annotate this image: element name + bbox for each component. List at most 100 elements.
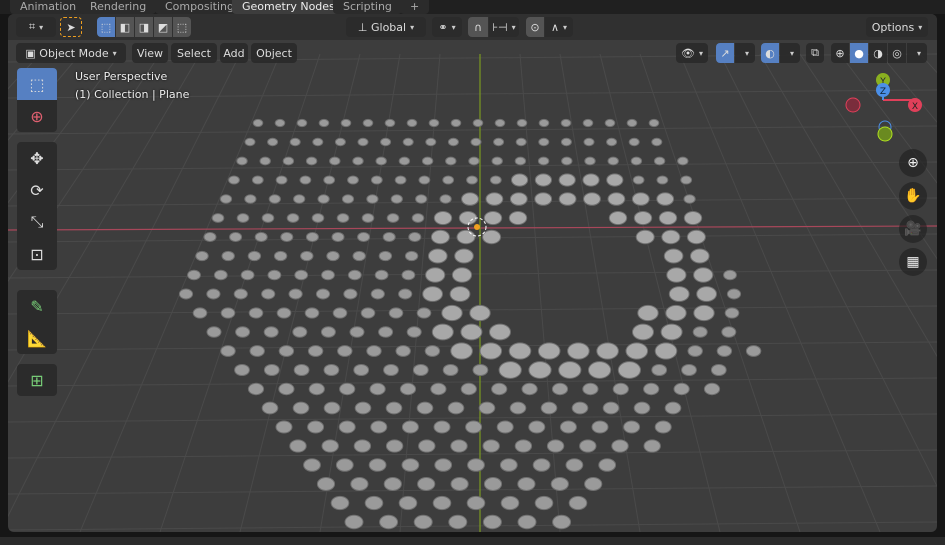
shading-rendered[interactable]: ◎ (888, 43, 906, 63)
instance-mesh (236, 213, 250, 223)
select-mode-invert[interactable]: ◩ (154, 17, 172, 37)
instance-mesh (442, 175, 455, 185)
select-mode-extend[interactable]: ◧ (116, 17, 134, 37)
shading-dropdown[interactable]: ▾ (907, 43, 927, 63)
tool-scale[interactable]: ⤡ (17, 206, 57, 238)
instance-mesh (516, 118, 528, 128)
snap-toggle[interactable]: ∩ (468, 17, 488, 37)
overlays-toggle[interactable]: ◐ (761, 43, 779, 63)
instance-mesh (632, 323, 654, 341)
zoom-icon: ⊕ (907, 155, 919, 171)
menu-select[interactable]: Select (171, 43, 217, 63)
instance-mesh (220, 307, 236, 319)
instance-mesh (692, 326, 708, 338)
gizmo-neg-x (845, 97, 861, 113)
tool-measure[interactable]: 📐 (17, 322, 57, 354)
instance-mesh (683, 210, 703, 226)
select-mode-intersect[interactable]: ⬚ (173, 17, 191, 37)
shading-material[interactable]: ◑ (869, 43, 887, 63)
instance-mesh (591, 420, 609, 434)
instance-mesh (633, 210, 653, 226)
tab-scripting[interactable]: Scripting (333, 0, 402, 14)
tool-transform[interactable]: ⊡ (17, 238, 57, 270)
snap-target-dropdown[interactable]: ⊦⊣ ▾ (489, 17, 519, 37)
tool-rotate[interactable]: ⟳ (17, 174, 57, 206)
pan-button[interactable]: ✋ (899, 182, 927, 210)
object-origin (474, 224, 480, 230)
instance-mesh (321, 269, 335, 281)
visibility-dropdown[interactable]: 👁 ▾ (676, 43, 708, 63)
gizmo-dropdown[interactable]: ▾ (735, 43, 755, 63)
instance-mesh (514, 439, 533, 453)
tool-move[interactable]: ✥ (17, 142, 57, 174)
instance-mesh (278, 345, 295, 357)
instance-mesh (259, 156, 271, 166)
instance-mesh (383, 363, 399, 377)
pivot-point-dropdown[interactable]: ⚭ ▾ (432, 17, 462, 37)
instance-mesh (286, 213, 300, 223)
timeline-header (0, 537, 945, 545)
xray-toggle[interactable]: ⧉ (806, 43, 824, 63)
instance-mesh (606, 173, 624, 187)
rendered-sphere-icon: ◎ (892, 46, 902, 60)
proportional-edit-toggle[interactable]: ⊙ (526, 17, 544, 37)
instance-mesh (424, 345, 441, 357)
zoom-button[interactable]: ⊕ (899, 149, 927, 177)
navigation-gizmo[interactable]: Y X Z (838, 68, 937, 158)
falloff-dropdown[interactable]: ∧ ▾ (545, 17, 573, 37)
instance-mesh (401, 458, 420, 472)
instance-mesh (382, 232, 396, 242)
instance-mesh (470, 137, 482, 147)
instance-mesh (489, 175, 502, 185)
shading-solid[interactable]: ● (850, 43, 868, 63)
select-tool-button[interactable]: ➤ (60, 17, 82, 37)
ortho-toggle-button[interactable]: ▦ (899, 248, 927, 276)
instance-mesh (366, 345, 382, 357)
shading-wireframe[interactable]: ⊕ (831, 43, 849, 63)
instance-mesh (582, 173, 600, 187)
camera-view-button[interactable]: 🎥 (899, 215, 927, 243)
select-mode-new[interactable]: ⬚ (97, 17, 115, 37)
instance-mesh (276, 307, 292, 319)
tool-select-box[interactable]: ⬚ (17, 68, 57, 100)
instance-mesh (494, 118, 506, 128)
instance-mesh (244, 137, 256, 147)
instance-mesh (378, 326, 394, 338)
instance-mesh (450, 118, 462, 128)
options-dropdown[interactable]: Options ▾ (866, 17, 928, 37)
menu-add[interactable]: Add (220, 43, 248, 63)
workspace-tabs: Animation Rendering Compositing Geometry… (0, 0, 945, 14)
tab-animation[interactable]: Animation (10, 0, 87, 14)
instance-mesh (273, 250, 288, 262)
tab-rendering[interactable]: Rendering (80, 0, 157, 14)
overlays-dropdown[interactable]: ▾ (780, 43, 800, 63)
instance-mesh (406, 326, 422, 338)
tab-compositing[interactable]: Compositing (155, 0, 244, 14)
instance-mesh (278, 382, 295, 396)
instance-mesh (509, 401, 527, 415)
instance-mesh (509, 192, 528, 206)
instance-mesh (323, 175, 336, 185)
editor-type-button[interactable]: ⌗ ▾ (16, 17, 56, 37)
extend-icon: ◧ (119, 20, 131, 34)
instance-mesh (195, 250, 209, 262)
grid-line (8, 449, 937, 459)
instance-mesh (558, 361, 582, 379)
tool-cursor[interactable]: ⊕ (17, 100, 57, 132)
instance-mesh (450, 342, 473, 360)
instance-mesh (432, 495, 452, 511)
tool-annotate[interactable]: ✎ (17, 290, 57, 322)
gizmo-toggle[interactable]: ↗ (716, 43, 734, 63)
transform-orientation-dropdown[interactable]: ⊥ Global ▾ (346, 17, 426, 37)
tab-add[interactable]: + (400, 0, 430, 14)
3d-viewport[interactable]: ⌗ ▾ ➤ ⬚ ◧ ◨ ◩ ⬚ ⊥ Global ▾ ⚭ ▾ ∩ ⊦⊣ ▾ ⊙ ∧ ▾ O… (8, 14, 937, 532)
menu-object[interactable]: Object (251, 43, 297, 63)
select-mode-subtract[interactable]: ◨ (135, 17, 153, 37)
instance-mesh (343, 288, 358, 300)
instance-mesh (307, 345, 324, 357)
menu-view[interactable]: View (132, 43, 168, 63)
mode-dropdown[interactable]: ▣ Object Mode ▾ (16, 43, 126, 63)
tab-geometry-nodes[interactable]: Geometry Nodes (232, 0, 345, 14)
tool-add-cube[interactable]: ⊞ (17, 364, 57, 396)
instance-mesh (450, 439, 468, 453)
